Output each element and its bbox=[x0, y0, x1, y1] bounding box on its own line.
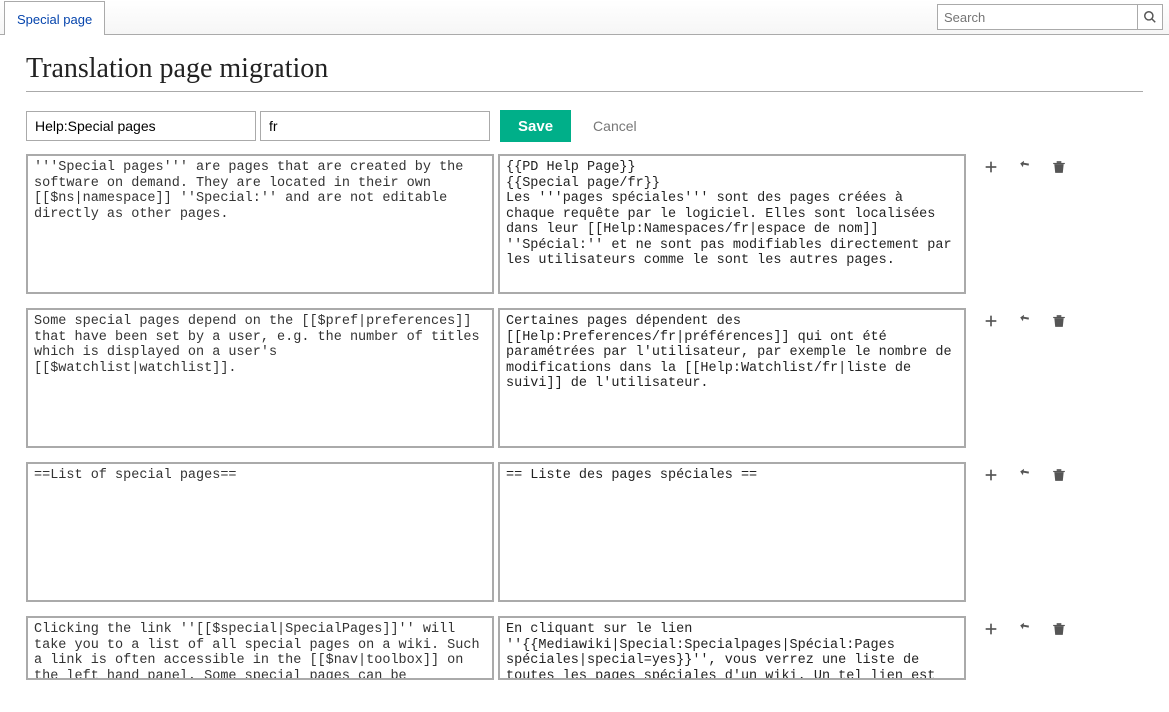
unit-actions bbox=[970, 154, 1068, 176]
content-area: Translation page migration Save Cancel bbox=[0, 35, 1169, 712]
swap-icon[interactable] bbox=[1016, 466, 1034, 484]
search-icon bbox=[1143, 10, 1157, 24]
unit-row bbox=[26, 154, 1143, 294]
save-button[interactable]: Save bbox=[500, 110, 571, 142]
search-wrap bbox=[931, 0, 1169, 34]
swap-icon[interactable] bbox=[1016, 312, 1034, 330]
source-text bbox=[26, 308, 494, 448]
swap-icon[interactable] bbox=[1016, 620, 1034, 638]
unit-actions bbox=[970, 462, 1068, 484]
page-title: Translation page migration bbox=[26, 53, 1143, 92]
add-icon[interactable] bbox=[982, 158, 1000, 176]
target-text[interactable] bbox=[498, 616, 966, 680]
cancel-link[interactable]: Cancel bbox=[593, 118, 637, 134]
unit-row bbox=[26, 308, 1143, 448]
target-text[interactable] bbox=[498, 308, 966, 448]
delete-icon[interactable] bbox=[1050, 466, 1068, 484]
delete-icon[interactable] bbox=[1050, 158, 1068, 176]
top-bar: Special page bbox=[0, 0, 1169, 35]
unit-actions bbox=[970, 308, 1068, 330]
add-icon[interactable] bbox=[982, 466, 1000, 484]
delete-icon[interactable] bbox=[1050, 620, 1068, 638]
target-text[interactable] bbox=[498, 462, 966, 602]
unit-row bbox=[26, 616, 1143, 680]
swap-icon[interactable] bbox=[1016, 158, 1034, 176]
unit-row bbox=[26, 462, 1143, 602]
source-text bbox=[26, 154, 494, 294]
unit-actions bbox=[970, 616, 1068, 638]
add-icon[interactable] bbox=[982, 312, 1000, 330]
language-input[interactable] bbox=[260, 111, 490, 141]
target-text[interactable] bbox=[498, 154, 966, 294]
delete-icon[interactable] bbox=[1050, 312, 1068, 330]
add-icon[interactable] bbox=[982, 620, 1000, 638]
source-text bbox=[26, 616, 494, 680]
source-text bbox=[26, 462, 494, 602]
page-title-input[interactable] bbox=[26, 111, 256, 141]
controls-row: Save Cancel bbox=[26, 110, 1143, 142]
units-list bbox=[26, 154, 1143, 680]
tab-special-page[interactable]: Special page bbox=[4, 1, 105, 35]
search-button[interactable] bbox=[1137, 4, 1163, 30]
search-input[interactable] bbox=[937, 4, 1137, 30]
